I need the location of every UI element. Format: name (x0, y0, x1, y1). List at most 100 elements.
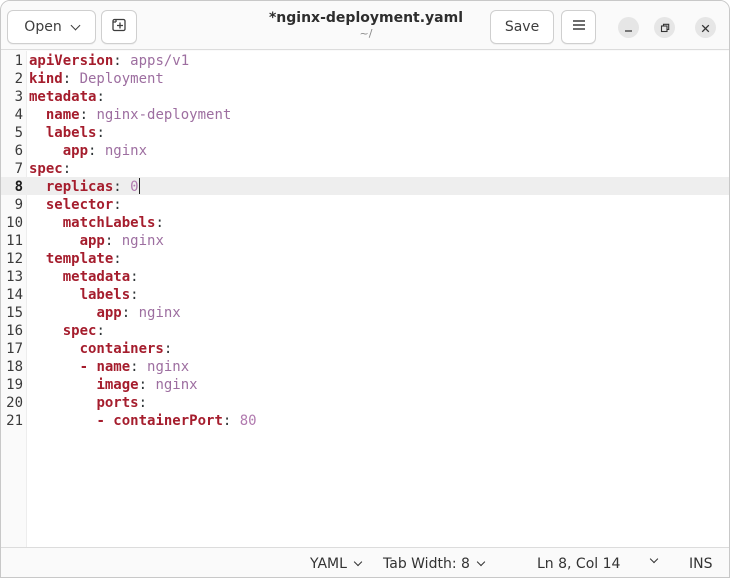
insert-mode-label: INS (689, 556, 713, 572)
chevron-down-icon (70, 20, 81, 30)
code-line[interactable]: 7 spec: (1, 160, 729, 178)
yaml-value: nginx-deployment (96, 107, 232, 123)
yaml-key: labels (79, 287, 131, 303)
code-line[interactable]: 3 metadata: (1, 88, 729, 106)
yaml-colon: : (62, 161, 72, 177)
main-menu-button[interactable] (561, 10, 596, 44)
code-line[interactable]: 16 spec: (1, 322, 729, 340)
code-text: app: nginx (29, 232, 164, 250)
language-selector[interactable]: YAML (310, 556, 363, 572)
status-bar: YAML Tab Width: 8 Ln 8, Col 14 INS (1, 547, 729, 577)
chevron-down-icon (353, 557, 363, 567)
tab-width-selector[interactable]: Tab Width: 8 (383, 556, 486, 572)
code-line[interactable]: 9 selector: (1, 196, 729, 214)
yaml-value: nginx (147, 359, 190, 375)
open-button[interactable]: Open (7, 10, 96, 44)
yaml-key: ports (96, 395, 139, 411)
text-editor-area[interactable]: 1 apiVersion: apps/v1 2 kind: Deployment 3 me… (1, 51, 729, 547)
code-line[interactable]: 1 apiVersion: apps/v1 (1, 52, 729, 70)
yaml-colon: : (121, 305, 139, 321)
chevron-down-icon (476, 557, 486, 567)
line-number: 6 (14, 143, 23, 159)
maximize-button[interactable] (654, 17, 675, 38)
close-button[interactable] (695, 17, 716, 38)
tab-width-label: Tab Width: 8 (383, 556, 470, 572)
line-number: 5 (14, 125, 23, 141)
line-number: 19 (6, 377, 23, 393)
code-line[interactable]: 17 containers: (1, 340, 729, 358)
line-number: 3 (14, 89, 23, 105)
yaml-value: nginx (155, 377, 198, 393)
yaml-key: name (45, 107, 80, 123)
code-line[interactable]: 12 template: (1, 250, 729, 268)
insert-mode-indicator[interactable]: INS (689, 556, 713, 572)
close-icon (701, 18, 710, 37)
code-text: app: nginx (29, 142, 147, 160)
yaml-colon: : (96, 323, 105, 339)
code-line[interactable]: 14 labels: (1, 286, 729, 304)
code-line[interactable]: 6 app: nginx (1, 142, 729, 160)
cursor-position-menu[interactable] (649, 554, 659, 564)
code-text: - name: nginx (29, 358, 190, 376)
save-button-label: Save (504, 19, 540, 35)
code-lines[interactable]: 1 apiVersion: apps/v1 2 kind: Deployment 3 me… (1, 52, 729, 430)
yaml-colon: : (113, 197, 122, 213)
line-number: 13 (6, 269, 23, 285)
document-path: ~/ (359, 27, 373, 40)
code-line[interactable]: 18 - name: nginx (1, 358, 729, 376)
code-line[interactable]: 10 matchLabels: (1, 214, 729, 232)
code-line[interactable]: 5 labels: (1, 124, 729, 142)
code-line[interactable]: 15 app: nginx (1, 304, 729, 322)
yaml-colon: : (96, 89, 105, 105)
code-line[interactable]: 21 - containerPort: 80 (1, 412, 729, 430)
save-button[interactable]: Save (490, 10, 554, 44)
yaml-key: apiVersion (29, 53, 114, 69)
yaml-colon: : (130, 359, 148, 375)
yaml-key: metadata (62, 269, 131, 285)
yaml-key: labels (45, 125, 97, 141)
cursor-position[interactable]: Ln 8, Col 14 (537, 556, 620, 572)
code-line[interactable]: 20 ports: (1, 394, 729, 412)
code-line[interactable]: 2 kind: Deployment (1, 70, 729, 88)
line-number: 10 (6, 215, 23, 231)
yaml-colon: : (88, 143, 105, 159)
yaml-key: containers (79, 341, 164, 357)
chevron-down-icon (649, 554, 659, 564)
line-number: 20 (6, 395, 23, 411)
code-line[interactable]: 11 app: nginx (1, 232, 729, 250)
minimize-button[interactable] (618, 17, 639, 38)
yaml-colon: : (155, 215, 164, 231)
yaml-value: nginx (121, 233, 164, 249)
code-line[interactable]: 13 metadata: (1, 268, 729, 286)
yaml-key: kind (29, 71, 63, 87)
new-tab-button[interactable] (101, 10, 137, 44)
yaml-colon: : (163, 341, 173, 357)
header-bar: Open *nginx-deployment.yaml ~/ Save (1, 1, 729, 50)
code-line[interactable]: 4 name: nginx-deployment (1, 106, 729, 124)
window-title-area: *nginx-deployment.yaml ~/ (241, 9, 491, 41)
yaml-key: app (62, 143, 89, 159)
yaml-value: apps/v1 (130, 53, 190, 69)
code-text: metadata: (29, 88, 105, 106)
maximize-icon (660, 18, 670, 37)
line-number: 16 (6, 323, 23, 339)
line-number: 7 (14, 161, 23, 177)
line-number: 1 (14, 53, 23, 69)
code-text: replicas: 0 (29, 178, 140, 196)
code-line[interactable]: 19 image: nginx (1, 376, 729, 394)
code-text: labels: (29, 124, 105, 142)
yaml-colon: : (62, 71, 80, 87)
yaml-colon: : (113, 53, 131, 69)
code-line[interactable]: 8 replicas: 0 (1, 178, 729, 196)
line-number: 12 (6, 251, 23, 267)
